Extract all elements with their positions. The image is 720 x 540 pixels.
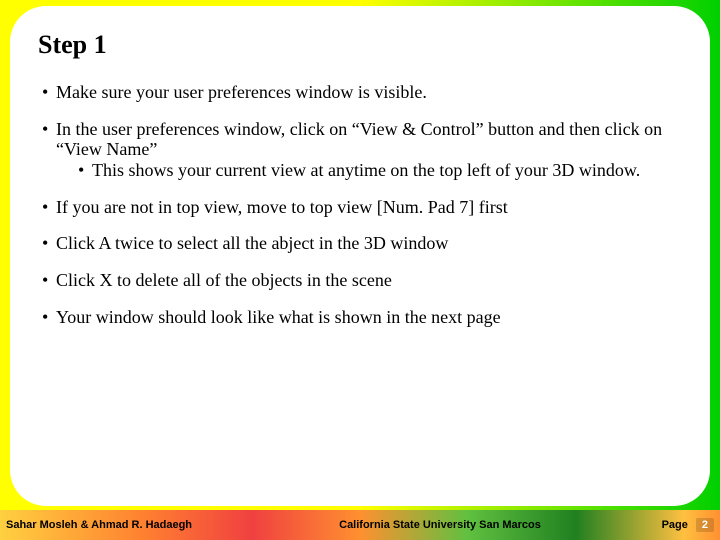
footer-institution: California State University San Marcos	[240, 519, 640, 531]
bullet-item: Click A twice to select all the abject i…	[42, 233, 682, 254]
sub-bullet-list: This shows your current view at anytime …	[56, 160, 682, 181]
bullet-text: In the user preferences window, click on…	[56, 119, 662, 160]
footer-authors: Sahar Mosleh & Ahmad R. Hadaegh	[0, 519, 240, 531]
bullet-item: Your window should look like what is sho…	[42, 307, 682, 328]
footer-page: Page 2	[640, 518, 720, 532]
bullet-item: In the user preferences window, click on…	[42, 119, 682, 181]
sub-bullet-item: This shows your current view at anytime …	[78, 160, 682, 181]
page-number: 2	[696, 518, 714, 532]
bullet-item: Click X to delete all of the objects in …	[42, 270, 682, 291]
slide-title: Step 1	[38, 30, 682, 60]
slide-card: Step 1 Make sure your user preferences w…	[10, 6, 710, 506]
bullet-item: If you are not in top view, move to top …	[42, 197, 682, 218]
page-label: Page	[662, 519, 688, 531]
bullet-item: Make sure your user preferences window i…	[42, 82, 682, 103]
slide-footer: Sahar Mosleh & Ahmad R. Hadaegh Californ…	[0, 510, 720, 540]
bullet-list: Make sure your user preferences window i…	[38, 82, 682, 328]
